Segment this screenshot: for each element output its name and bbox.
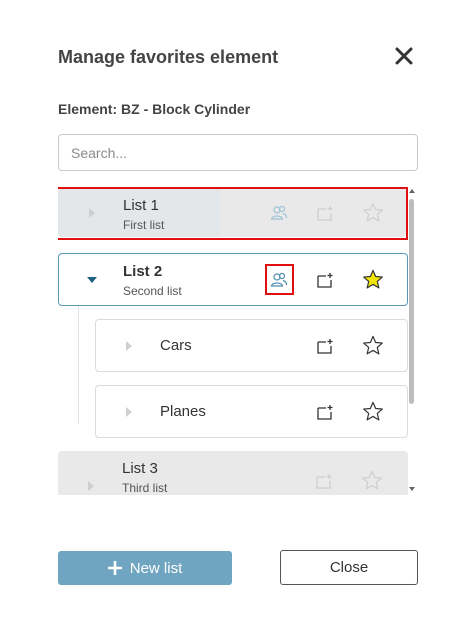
scroll-thumb[interactable] (409, 199, 414, 404)
list-name: List 1 (123, 197, 159, 214)
new-list-button[interactable]: New list (58, 551, 232, 585)
expand-toggle[interactable] (84, 463, 98, 495)
search-input[interactable] (58, 134, 418, 171)
star-icon (363, 401, 383, 420)
list-subtitle: Second list (123, 284, 182, 298)
sublist-item-planes[interactable]: Planes (95, 385, 408, 438)
chevron-right-icon (126, 406, 132, 417)
favorite-toggle[interactable] (361, 267, 385, 291)
users-share-icon (270, 272, 288, 287)
element-label: Element: BZ - Block Cylinder (58, 101, 251, 117)
list-name: List 2 (123, 263, 163, 280)
share-list-button[interactable] (267, 268, 291, 292)
folder-add-icon (317, 205, 333, 221)
star-icon (363, 335, 383, 354)
list-name: List 3 (122, 460, 158, 477)
chevron-right-icon (126, 340, 132, 351)
sublist-name: Cars (160, 337, 192, 354)
expand-toggle[interactable] (122, 320, 136, 371)
sublist-item-cars[interactable]: Cars (95, 319, 408, 372)
star-icon (363, 269, 383, 288)
plus-icon (107, 561, 122, 575)
favorites-list: List 1 First list List 2 Second list Car… (58, 185, 420, 495)
expand-toggle[interactable] (122, 386, 136, 437)
close-icon (395, 47, 413, 65)
dialog-title: Manage favorites element (58, 47, 279, 67)
add-folder-button[interactable] (313, 268, 337, 292)
list-scrollbar[interactable] (408, 187, 416, 493)
caret-down-icon (409, 487, 415, 491)
star-icon (363, 202, 383, 221)
favorite-toggle[interactable] (360, 468, 384, 492)
scroll-down-arrow[interactable] (408, 485, 416, 493)
list-item-list-3[interactable]: List 3 Third list (58, 451, 408, 495)
list-item-list-2[interactable]: List 2 Second list (58, 253, 408, 306)
folder-add-icon (317, 404, 333, 420)
chevron-right-icon (89, 207, 95, 218)
caret-up-icon (409, 189, 415, 193)
scroll-up-arrow[interactable] (408, 187, 416, 195)
folder-add-icon (316, 473, 332, 489)
share-list-button[interactable] (267, 201, 291, 225)
sublist-name: Planes (160, 403, 206, 420)
tree-connector-line (78, 306, 79, 424)
star-icon (362, 470, 382, 489)
chevron-down-icon (87, 276, 97, 283)
add-folder-button[interactable] (313, 201, 337, 225)
add-folder-button[interactable] (313, 400, 337, 424)
close-button[interactable]: Close (280, 550, 418, 585)
list-subtitle: Third list (122, 481, 168, 495)
add-folder-button[interactable] (312, 469, 336, 493)
expand-toggle[interactable] (85, 188, 99, 237)
manage-favorites-dialog: Manage favorites element Element: BZ - B… (0, 0, 476, 632)
favorite-toggle[interactable] (361, 200, 385, 224)
collapse-toggle[interactable] (85, 254, 99, 305)
folder-add-icon (317, 272, 333, 288)
list-subtitle: First list (123, 218, 165, 232)
users-share-icon (270, 205, 288, 220)
favorite-toggle[interactable] (361, 333, 385, 357)
add-folder-button[interactable] (313, 334, 337, 358)
list-item-list-1[interactable]: List 1 First list (58, 188, 406, 237)
close-dialog-button[interactable] (392, 44, 416, 68)
favorite-toggle[interactable] (361, 399, 385, 423)
new-list-label: New list (129, 559, 183, 577)
chevron-right-icon (88, 481, 94, 491)
folder-add-icon (317, 338, 333, 354)
